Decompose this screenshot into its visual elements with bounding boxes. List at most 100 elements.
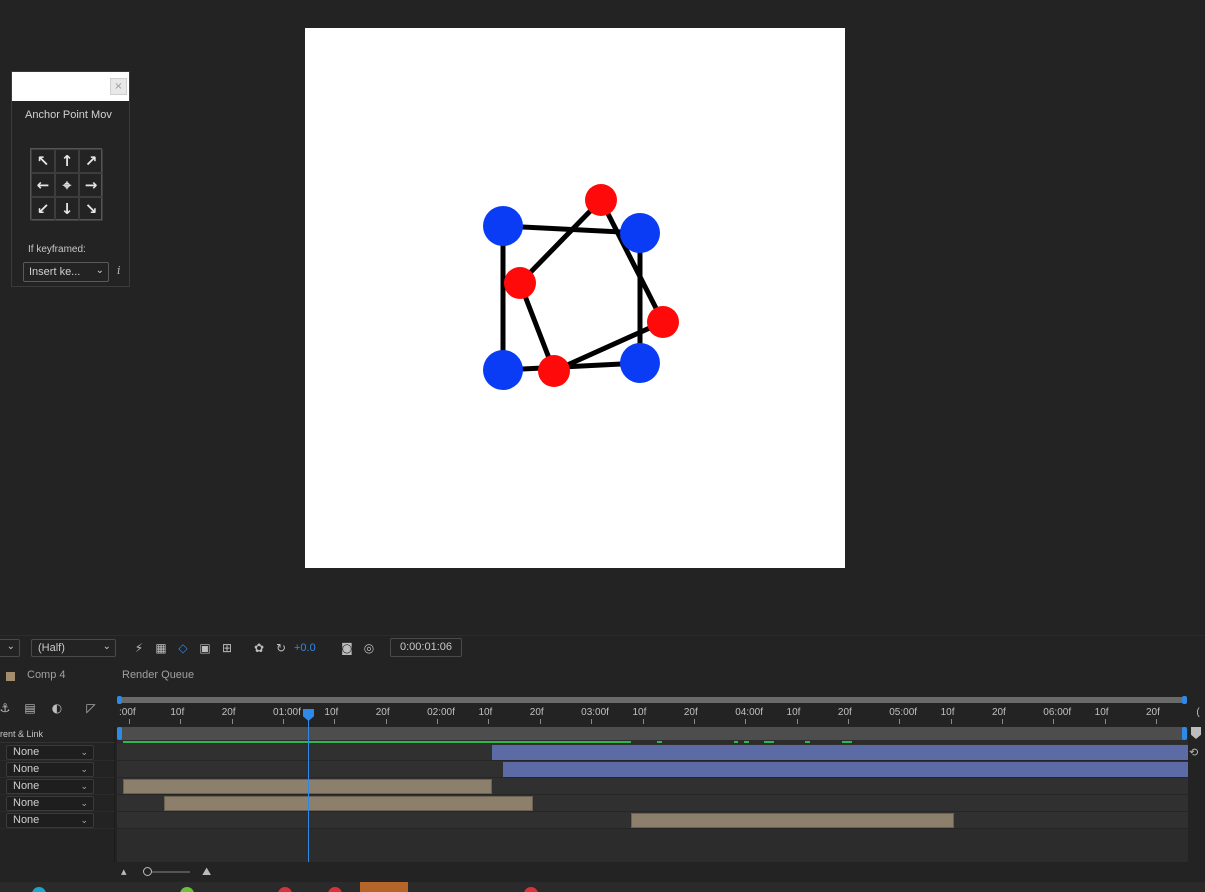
layer-bar[interactable] <box>492 745 1188 760</box>
ruler-tick-label: 10f <box>632 707 647 718</box>
navigator-end-handle[interactable] <box>1182 696 1187 704</box>
ruler-tick-label: 20f <box>221 707 236 718</box>
composition-viewer[interactable]: × Anchor Point Mov ↖ ↑ ↗ ← ⌖ → ↙ ↓ ↘ If … <box>0 0 1205 635</box>
taskbar-app-icon[interactable] <box>524 887 538 892</box>
resolution-value: (Half) <box>38 642 65 654</box>
graph-editor-icon[interactable]: ◸ <box>82 699 100 717</box>
show-snapshot-icon[interactable]: ◎ <box>361 640 377 656</box>
work-area-bar[interactable] <box>117 727 1187 740</box>
arrow-down-left-icon[interactable]: ↙ <box>31 197 55 221</box>
fast-previews-icon[interactable]: ⚡ <box>131 640 147 656</box>
red-node <box>504 267 536 299</box>
ruler-tick-mark <box>950 719 952 724</box>
parent-dropdown[interactable]: None ⌄ <box>6 745 94 760</box>
arrow-up-right-icon[interactable]: ↗ <box>79 149 103 173</box>
grid-guides-icon[interactable]: ⊞ <box>219 640 235 656</box>
end-marker-icon[interactable] <box>1191 727 1201 739</box>
motion-blur-icon[interactable]: ◐ <box>48 699 66 717</box>
ruler-tick-label: 02:00f <box>427 707 455 718</box>
exposure-value[interactable]: +0.0 <box>294 639 316 657</box>
ruler-tick-mark <box>899 719 901 724</box>
playhead-line[interactable] <box>308 711 309 863</box>
timeline-tabs: Comp 4 Render Queue <box>0 663 1205 689</box>
magnification-dropdown[interactable]: ⌄ <box>0 639 20 657</box>
work-area-end-handle[interactable] <box>1182 727 1187 740</box>
timeline-switch-icons: ⚓ ▤ ◐ ◸ <box>0 697 115 719</box>
shy-layers-icon[interactable]: ⚓ <box>0 699 14 717</box>
blue-node <box>483 350 523 390</box>
keyframe-mode-select[interactable]: Insert ke... ⌄ <box>23 262 109 282</box>
time-navigator-bar[interactable] <box>117 696 1187 704</box>
ruler-tick-label: 20f <box>837 707 852 718</box>
arrow-up-icon[interactable]: ↑ <box>55 149 79 173</box>
layer-bar[interactable] <box>631 813 954 828</box>
os-taskbar <box>0 882 1205 892</box>
arrow-right-icon[interactable]: → <box>79 173 103 197</box>
frame-blending-icon[interactable]: ▤ <box>21 699 39 717</box>
ruler-tick-label: 10f <box>170 707 185 718</box>
viewer-toolbar: ⌄ (Half) ⌄ ⚡ ▦ ◇ ▣ ⊞ ✿ ↻ +0.0 ◙ ◎ 0:00:0… <box>0 635 1205 659</box>
tab-comp-4[interactable]: Comp 4 <box>27 669 66 681</box>
arrow-up-left-icon[interactable]: ↖ <box>31 149 55 173</box>
cache-indicator <box>842 741 852 743</box>
layer-bar[interactable] <box>503 762 1188 777</box>
ruler-tick-mark <box>591 719 593 724</box>
parent-dropdown[interactable]: None ⌄ <box>6 779 94 794</box>
ruler-tick-label: 20f <box>375 707 390 718</box>
parent-dropdown[interactable]: None ⌄ <box>6 813 94 828</box>
region-of-interest-icon[interactable]: ▣ <box>197 640 213 656</box>
transparency-grid-icon[interactable]: ▦ <box>153 640 169 656</box>
ruler-tick-mark <box>385 719 387 724</box>
layer-tracks[interactable] <box>117 727 1188 862</box>
taskbar-app-icon[interactable] <box>278 887 292 892</box>
ruler-tick-mark <box>642 719 644 724</box>
current-time-display[interactable]: 0:00:01:06 <box>390 638 462 657</box>
tab-render-queue[interactable]: Render Queue <box>122 669 194 681</box>
ruler-tick-label: 10f <box>786 707 801 718</box>
ruler-tick-label: 05:00f <box>889 707 918 718</box>
arrow-down-right-icon[interactable]: ↘ <box>79 197 103 221</box>
reset-exposure-icon[interactable]: ↻ <box>273 640 289 656</box>
time-ruler[interactable]: :00f 10f 20f 01:00f 10f 20f 02:00f 10f 20f 03:00f… <box>117 696 1200 725</box>
parent-value: None <box>13 797 40 809</box>
channels-icon[interactable]: ✿ <box>251 640 267 656</box>
if-keyframed-label: If keyframed: <box>28 244 86 255</box>
taskbar-app-icon[interactable] <box>180 887 194 892</box>
panel-title: Anchor Point Mov <box>25 109 112 121</box>
zoom-slider-knob[interactable] <box>143 867 152 876</box>
taskbar-app-icon[interactable] <box>328 887 342 892</box>
chevron-down-icon: ⌄ <box>6 641 15 652</box>
work-area-start-handle[interactable] <box>117 727 122 740</box>
comp-marker-icon[interactable]: ⟲ <box>1189 746 1198 759</box>
resolution-dropdown[interactable]: (Half) ⌄ <box>31 639 116 657</box>
snapshot-camera-icon[interactable]: ◙ <box>339 640 355 656</box>
arrow-left-icon[interactable]: ← <box>31 173 55 197</box>
arrow-down-icon[interactable]: ↓ <box>55 197 79 221</box>
layer-parent-row: None ⌄ <box>0 795 115 812</box>
taskbar-app-icon[interactable] <box>32 887 46 892</box>
center-target-icon[interactable]: ⌖ <box>55 173 79 197</box>
chevron-down-icon: ⌄ <box>80 747 88 757</box>
chevron-down-icon: ⌄ <box>102 641 111 652</box>
ruler-tick-mark <box>437 719 439 724</box>
navigator-start-handle[interactable] <box>117 696 122 704</box>
ruler-tick-label: 20f <box>991 707 1006 718</box>
parent-dropdown[interactable]: None ⌄ <box>6 762 94 777</box>
mask-visibility-icon[interactable]: ◇ <box>175 640 191 656</box>
ruler-tick-label: 03:00f <box>581 707 609 718</box>
parent-dropdown[interactable]: None ⌄ <box>6 796 94 811</box>
zoom-in-icon[interactable]: ⛰ <box>202 865 211 879</box>
taskbar-active-app[interactable] <box>360 882 408 892</box>
composition-canvas[interactable] <box>305 28 845 568</box>
ruler-tick-mark <box>745 719 747 724</box>
blue-node <box>483 206 523 246</box>
ruler-tick-label: :00f <box>119 707 136 718</box>
zoom-out-icon[interactable]: ▴ <box>121 865 127 878</box>
track-row <box>117 778 1188 795</box>
right-rail: ⟲ <box>1188 725 1205 865</box>
layer-bar[interactable] <box>164 796 533 811</box>
close-button[interactable]: × <box>110 78 127 95</box>
zoom-slider-track[interactable] <box>148 871 190 873</box>
anchor-point-mover-panel: × Anchor Point Mov ↖ ↑ ↗ ← ⌖ → ↙ ↓ ↘ If … <box>11 71 130 287</box>
info-icon[interactable]: i <box>117 264 121 277</box>
